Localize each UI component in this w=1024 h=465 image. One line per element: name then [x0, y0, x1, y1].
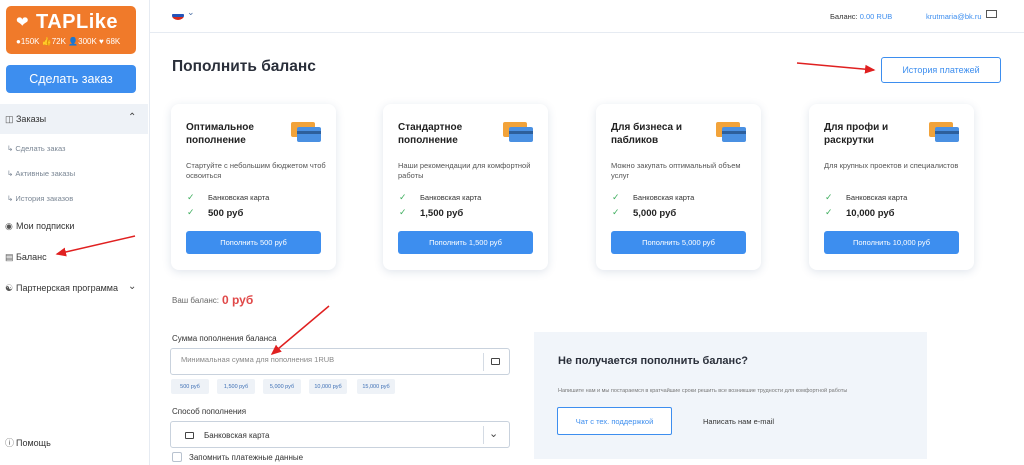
remember-payment-checkbox[interactable] — [172, 452, 182, 462]
language-chevron-icon[interactable]: ⌄ — [187, 7, 195, 18]
amount-field[interactable] — [170, 348, 510, 375]
credit-cards-icon — [716, 122, 746, 142]
credit-cards-icon — [929, 122, 959, 142]
card-price: 1,500 руб — [420, 208, 464, 219]
sidebar: ❤ TAPLike ●150K 👍72K 👤300K ♥ 68K Сделать… — [0, 0, 150, 465]
payment-method-label: Способ пополнения — [172, 407, 247, 416]
card-title: Для бизнеса и пабликов — [611, 122, 683, 146]
help-description: Напишите нам и мы постараемся в кратчайш… — [558, 388, 848, 394]
check-icon: ✓ — [612, 192, 620, 202]
amount-input[interactable] — [181, 355, 481, 364]
chevron-up-icon[interactable]: ⌃ — [128, 112, 136, 123]
tariff-card: Для профи и раскрутки Для крупных проекто… — [809, 104, 974, 270]
sidebar-subitem-order-history[interactable]: ↳ История заказов — [7, 194, 73, 203]
card-icon — [185, 432, 194, 439]
card-title: Оптимальное пополнение — [186, 122, 254, 146]
arrow-to-history — [796, 62, 876, 74]
amount-chip-10000[interactable]: 10,000 руб — [309, 379, 347, 394]
sidebar-item-partner[interactable]: ☯ Партнерская программа — [5, 283, 118, 294]
help-title: Не получается пополнить баланс? — [558, 355, 749, 367]
sidebar-item-help[interactable]: ⓘ Помощь — [5, 436, 51, 449]
amount-label: Сумма пополнения баланса — [172, 334, 277, 343]
taplike-logo[interactable]: ❤ TAPLike ●150K 👍72K 👤300K ♥ 68K — [6, 6, 136, 54]
write-email-link[interactable]: Написать нам e-mail — [703, 417, 774, 426]
sidebar-subitem-active-orders[interactable]: ↳ Активные заказы — [7, 169, 75, 178]
support-chat-button[interactable]: Чат с тех. поддержкой — [557, 407, 672, 435]
language-flag-icon[interactable] — [172, 11, 184, 20]
card-method: Банковская карта — [420, 193, 482, 202]
mail-icon[interactable] — [986, 10, 997, 18]
logo-title: TAPLike — [36, 11, 119, 33]
check-icon: ✓ — [399, 207, 407, 217]
tariff-card: Оптимальное пополнение Стартуйте с неболь… — [171, 104, 336, 270]
remember-payment-label: Запомнить платежные данные — [189, 453, 304, 462]
logo-stats: ●150K 👍72K 👤300K ♥ 68K — [16, 37, 121, 46]
tariff-card: Стандартное пополнение Наши рекомендации … — [383, 104, 548, 270]
page-title: Пополнить баланс — [172, 58, 316, 75]
chevron-down-icon[interactable]: ⌄ — [489, 427, 498, 440]
card-price: 10,000 руб — [846, 208, 895, 219]
topbar: ⌄ Баланс: 0.00 RUB krutmaria@bk.ru — [150, 0, 1024, 33]
wallet-icon: ▤ — [5, 252, 14, 262]
topup-button[interactable]: Пополнить 5,000 руб — [611, 231, 746, 254]
your-balance-label: Ваш баланс: — [172, 296, 220, 305]
sidebar-item-label: Заказы — [16, 114, 47, 124]
card-method: Банковская карта — [633, 193, 695, 202]
help-icon: ⓘ — [5, 438, 15, 448]
card-method: Банковская карта — [208, 193, 270, 202]
check-icon: ✓ — [825, 192, 833, 202]
card-description: Можно закупать оптимальный объем услуг — [611, 161, 741, 180]
card-description: Наши рекомендации для комфортной работы — [398, 161, 531, 180]
subscriptions-icon: ◉ — [5, 221, 13, 231]
check-icon: ✓ — [825, 207, 833, 217]
sidebar-subitem-make-order[interactable]: ↳ Сделать заказ — [7, 144, 65, 153]
partner-icon: ☯ — [5, 283, 14, 293]
topup-button[interactable]: Пополнить 1,500 руб — [398, 231, 533, 254]
payment-method-select[interactable]: Банковская карта ⌄ — [170, 421, 510, 448]
topup-button[interactable]: Пополнить 10,000 руб — [824, 231, 959, 254]
topup-button[interactable]: Пополнить 500 руб — [186, 231, 321, 254]
help-panel: Не получается пополнить баланс? Напишите… — [534, 332, 927, 459]
wallet-icon — [491, 358, 500, 365]
check-icon: ✓ — [399, 192, 407, 202]
amount-chip-1500[interactable]: 1,500 руб — [217, 379, 255, 394]
card-price: 5,000 руб — [633, 208, 677, 219]
your-balance-value: 0 руб — [222, 293, 254, 307]
card-title: Стандартное пополнение — [398, 122, 463, 146]
tariff-card: Для бизнеса и пабликов Можно закупать опт… — [596, 104, 761, 270]
topbar-balance: Баланс: 0.00 RUB — [830, 12, 893, 21]
divider — [483, 353, 484, 371]
make-order-button[interactable]: Сделать заказ — [6, 65, 136, 93]
card-title: Для профи и раскрутки — [824, 122, 889, 146]
arrow-to-amount — [270, 305, 330, 355]
card-price: 500 руб — [208, 208, 244, 219]
check-icon: ✓ — [187, 207, 195, 217]
sidebar-item-orders[interactable]: ◫ Заказы ⌃ — [0, 104, 148, 134]
payment-history-button[interactable]: История платежей — [881, 57, 1001, 83]
sidebar-item-balance[interactable]: ▤ Баланс — [5, 252, 47, 263]
payment-method-value: Банковская карта — [204, 431, 270, 440]
bag-icon: ◫ — [5, 114, 14, 124]
card-method: Банковская карта — [846, 193, 908, 202]
divider — [483, 426, 484, 444]
check-icon: ✓ — [612, 207, 620, 217]
chevron-down-icon[interactable]: ⌄ — [128, 281, 136, 292]
credit-cards-icon — [503, 122, 533, 142]
amount-chip-15000[interactable]: 15,000 руб — [357, 379, 395, 394]
user-email[interactable]: krutmaria@bk.ru — [926, 12, 982, 21]
amount-chip-500[interactable]: 500 руб — [171, 379, 209, 394]
amount-chip-5000[interactable]: 5,000 руб — [263, 379, 301, 394]
check-icon: ✓ — [187, 192, 195, 202]
heart-logo-icon: ❤ — [16, 14, 29, 31]
card-description: Для крупных проектов и специалистов — [824, 161, 959, 170]
credit-cards-icon — [291, 122, 321, 142]
card-description: Стартуйте с небольшим бюджетом чтоб осво… — [186, 161, 326, 180]
sidebar-item-subscriptions[interactable]: ◉ Мои подписки — [5, 221, 74, 232]
